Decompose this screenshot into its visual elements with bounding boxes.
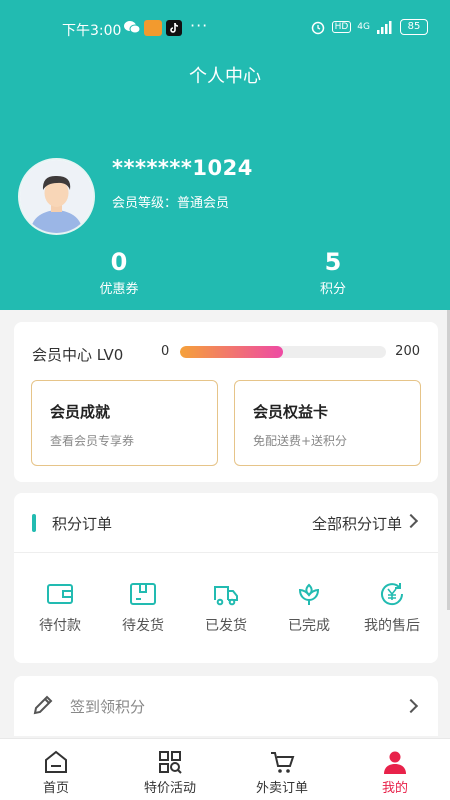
progress-max: 200 (395, 344, 420, 359)
member-card: 会员中心 LV0 0 200 会员成就 查看会员专享券 会员权益卡 免配送费+送… (14, 322, 438, 482)
progress-min: 0 (161, 344, 170, 359)
member-center-title: 会员中心 LV0 (32, 346, 124, 364)
order-item-label: 我的售后 (364, 618, 420, 634)
points-orders-card: 积分订单 全部积分订单 待付款 待发货 已发货 已完成 我的售后 (14, 493, 438, 663)
signal-icon (377, 21, 392, 34)
more-notifications-icon: ··· (190, 16, 209, 35)
username: *******1024 (112, 156, 253, 180)
flower-icon (298, 583, 320, 605)
status-bar: 下午3:00 ··· HD 4G 85 (0, 0, 450, 60)
member-achievement-card[interactable]: 会员成就 查看会员专享券 (31, 380, 218, 466)
order-completed[interactable]: 已完成 (267, 581, 351, 635)
signin-label: 签到领积分 (70, 698, 146, 716)
coupon-count: 0 (110, 248, 128, 276)
member-achievement-title: 会员成就 (50, 403, 111, 421)
home-icon (45, 750, 67, 773)
points-orders-title: 积分订单 (52, 515, 113, 533)
signin-row[interactable]: 签到领积分 (14, 676, 438, 736)
nav-label: 外卖订单 (255, 781, 308, 796)
nav-label: 特价活动 (143, 781, 196, 796)
order-item-label: 已发货 (205, 618, 247, 634)
tiktok-icon (166, 20, 182, 36)
order-pending-payment[interactable]: 待付款 (18, 581, 102, 635)
nav-label: 首页 (42, 781, 69, 796)
truck-icon (214, 586, 238, 606)
points-label: 积分 (319, 282, 346, 297)
status-time: 下午3:00 (62, 23, 122, 39)
wechat-icon (124, 20, 141, 36)
member-level: 会员等级：普通会员 (112, 192, 229, 211)
points-stat[interactable]: 5 积分 (283, 248, 383, 297)
points-count: 5 (324, 248, 342, 276)
member-benefit-subtitle: 免配送费+送积分 (253, 434, 348, 448)
level-progress-fill (180, 346, 283, 358)
member-level-value: 普通会员 (177, 196, 230, 211)
member-benefit-title: 会员权益卡 (253, 403, 329, 421)
yuan-return-icon (381, 583, 404, 606)
level-progress-bar (180, 346, 386, 358)
bottom-nav: 首页 特价活动 外卖订单 我的 (0, 738, 450, 800)
section-accent-bar (32, 514, 36, 532)
package-icon (130, 583, 156, 605)
member-benefit-card[interactable]: 会员权益卡 免配送费+送积分 (234, 380, 421, 466)
pencil-icon (33, 695, 53, 715)
alarm-icon (311, 21, 324, 35)
member-level-label: 会员等级： (112, 196, 178, 211)
all-points-orders-link[interactable]: 全部积分订单 (312, 513, 402, 534)
nav-label: 我的 (381, 781, 408, 796)
order-pending-shipment[interactable]: 待发货 (101, 581, 185, 635)
nav-item-home[interactable]: 首页 (6, 749, 106, 796)
order-item-label: 待发货 (122, 618, 164, 634)
points-orders-header: 积分订单 全部积分订单 (14, 493, 438, 553)
person-icon (384, 751, 406, 774)
order-item-label: 待付款 (39, 618, 81, 634)
chevron-right-icon[interactable] (403, 513, 419, 529)
nav-item-mine[interactable]: 我的 (345, 749, 445, 796)
nav-item-special-offers[interactable]: 特价活动 (120, 749, 220, 796)
status-right: HD 4G 85 (310, 19, 428, 35)
cart-icon (271, 752, 295, 773)
battery-icon: 85 (400, 19, 428, 35)
member-achievement-subtitle: 查看会员专享券 (50, 434, 135, 448)
coupon-label: 优惠券 (99, 282, 139, 297)
order-shipped[interactable]: 已发货 (184, 581, 268, 635)
avatar[interactable] (18, 158, 95, 235)
page-title: 个人中心 (189, 66, 261, 87)
wallet-icon (47, 584, 73, 604)
nav-item-takeout-orders[interactable]: 外卖订单 (232, 749, 332, 796)
order-after-sales[interactable]: 我的售后 (350, 581, 434, 635)
app-notification-icon (144, 20, 162, 36)
order-item-label: 已完成 (288, 618, 330, 634)
profile-header: 下午3:00 ··· HD 4G 85 个人中心 *******1024 会员等… (0, 0, 450, 310)
network-label: 4G (357, 22, 370, 32)
grid-search-icon (159, 751, 182, 774)
hd-badge: HD (331, 21, 352, 33)
chevron-right-icon (403, 698, 419, 714)
coupon-stat[interactable]: 0 优惠券 (69, 248, 169, 297)
